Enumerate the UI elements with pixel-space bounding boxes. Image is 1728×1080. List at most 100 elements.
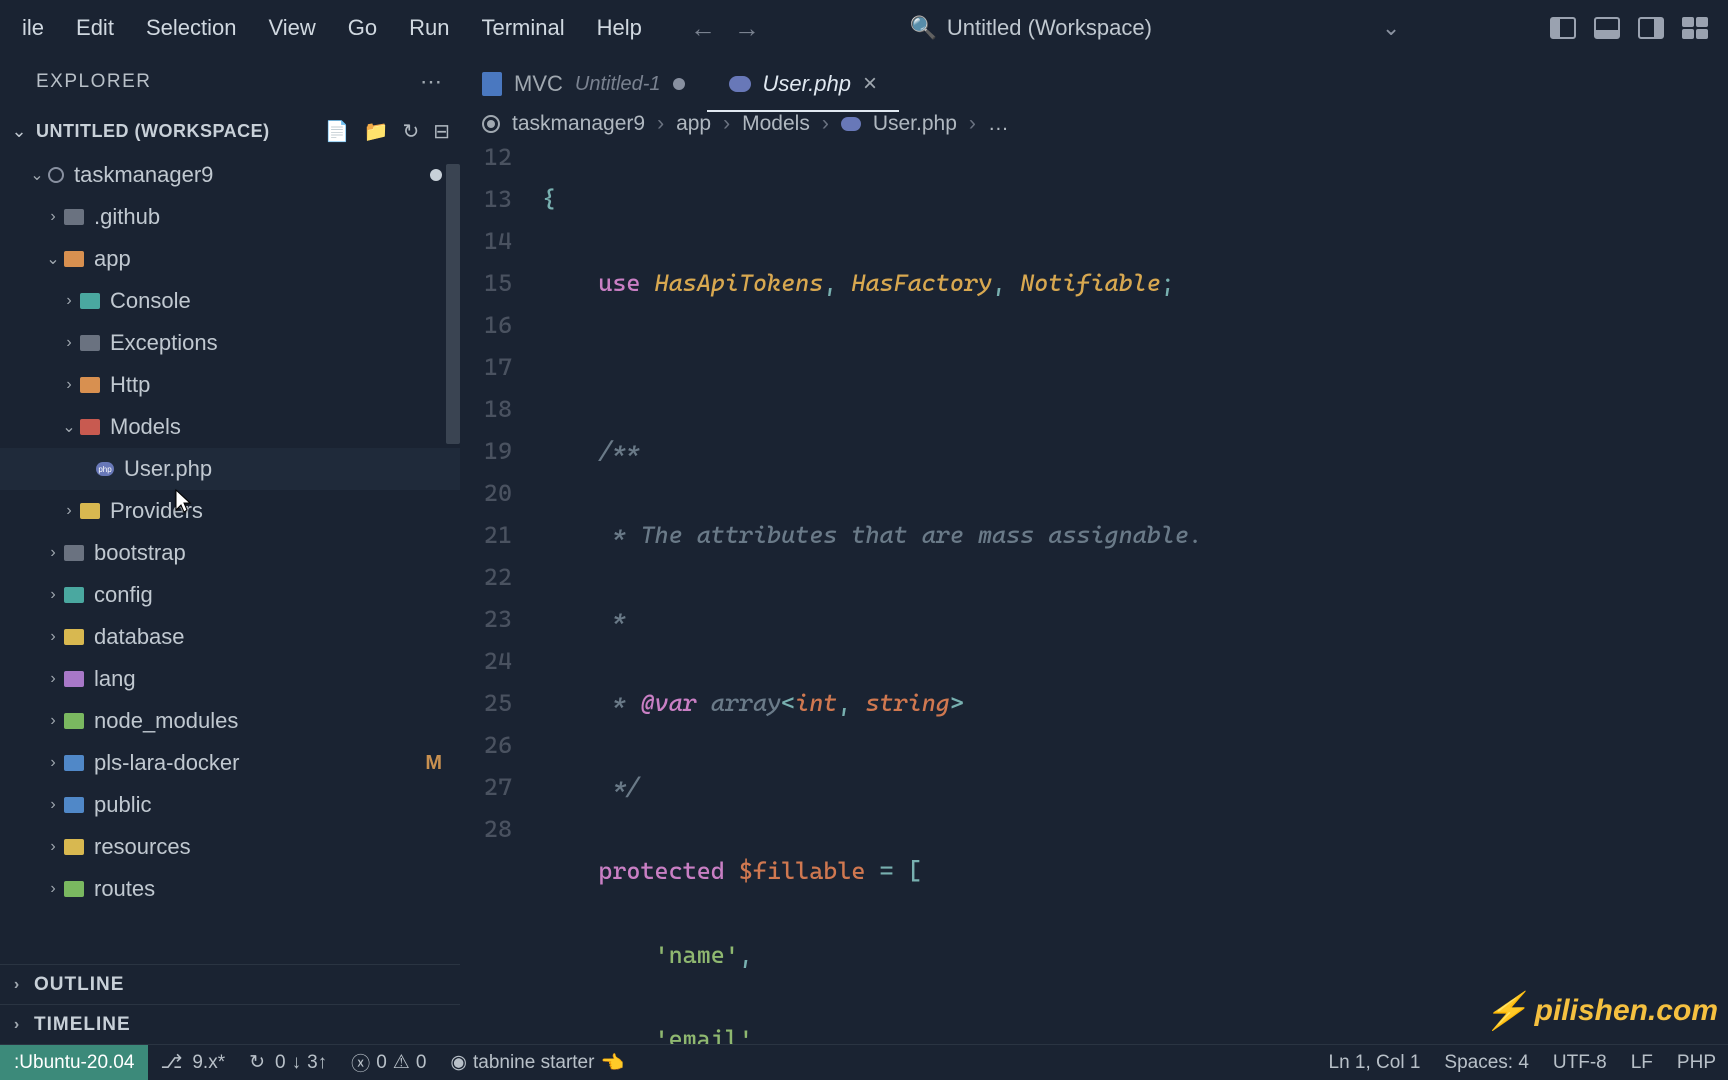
workspace-title: Untitled (Workspace) <box>947 15 1152 41</box>
menu-edit[interactable]: Edit <box>62 9 128 47</box>
bc-root[interactable]: taskmanager9 <box>512 112 645 136</box>
menu-help[interactable]: Help <box>583 9 656 47</box>
chevron-down-icon: ⌄ <box>10 121 28 142</box>
customize-layout-icon[interactable] <box>1682 17 1708 39</box>
folder-icon <box>80 503 100 519</box>
close-icon[interactable]: × <box>863 70 877 98</box>
new-folder-icon[interactable]: 📁 <box>364 119 389 144</box>
repo-icon <box>482 115 500 133</box>
tree-item[interactable]: phpUser.php <box>0 448 460 490</box>
line-number: 17 <box>460 346 512 388</box>
tree-item[interactable]: ›.github <box>0 196 460 238</box>
tree-root[interactable]: ⌄ taskmanager9 <box>0 154 460 196</box>
tab-user-php[interactable]: User.php × <box>707 56 899 112</box>
tree-item[interactable]: ›bootstrap <box>0 532 460 574</box>
menu-selection[interactable]: Selection <box>132 9 251 47</box>
tabnine-status[interactable]: ◉ tabnine starter 👈 <box>438 1051 636 1075</box>
tree-item[interactable]: ›config <box>0 574 460 616</box>
toggle-panel-icon[interactable] <box>1594 17 1620 39</box>
scrollbar-thumb[interactable] <box>446 164 460 444</box>
toggle-sidebar-icon[interactable] <box>1550 17 1576 39</box>
nav-back-icon[interactable]: ← <box>690 13 716 44</box>
line-number: 13 <box>460 178 512 220</box>
language-mode[interactable]: PHP <box>1665 1052 1728 1074</box>
command-center[interactable]: 🔍 Untitled (Workspace) ⌄ <box>764 15 1546 41</box>
chevron-right-icon: › <box>58 292 80 310</box>
eol[interactable]: LF <box>1619 1052 1665 1074</box>
indent[interactable]: Spaces: 4 <box>1432 1052 1541 1074</box>
tree-item[interactable]: ›lang <box>0 658 460 700</box>
tree-item[interactable]: ⌄app <box>0 238 460 280</box>
menu-view[interactable]: View <box>254 9 329 47</box>
line-number: 21 <box>460 514 512 556</box>
tree-label: node_modules <box>94 708 238 734</box>
tree-label: resources <box>94 834 191 860</box>
tab-mvc[interactable]: MVC Untitled-1 <box>460 56 707 112</box>
editor-area: MVC Untitled-1 User.php × taskmanager9 ›… <box>460 56 1728 1044</box>
new-file-icon[interactable]: 📄 <box>325 119 350 144</box>
tree-label: taskmanager9 <box>74 162 213 188</box>
toggle-secondary-icon[interactable] <box>1638 17 1664 39</box>
tree-item[interactable]: ›pls-lara-dockerM <box>0 742 460 784</box>
encoding[interactable]: UTF-8 <box>1541 1052 1619 1074</box>
bc-more[interactable]: … <box>988 112 1009 136</box>
tree-item[interactable]: ›database <box>0 616 460 658</box>
remote-name: Ubuntu-20.04 <box>19 1052 134 1074</box>
chevron-right-icon: › <box>58 334 80 352</box>
collapse-icon[interactable]: ⊟ <box>433 119 450 144</box>
repo-icon <box>48 167 64 183</box>
line-number: 15 <box>460 262 512 304</box>
tree-item[interactable]: ›node_modules <box>0 700 460 742</box>
php-icon: php <box>96 462 114 476</box>
line-number: 16 <box>460 304 512 346</box>
tree-label: Exceptions <box>110 330 218 356</box>
tree-item[interactable]: ›routes <box>0 868 460 910</box>
folder-icon <box>80 293 100 309</box>
folder-icon <box>64 629 84 645</box>
breadcrumb[interactable]: taskmanager9 › app › Models › User.php ›… <box>460 112 1728 136</box>
line-number: 24 <box>460 640 512 682</box>
tree-label: Providers <box>110 498 203 524</box>
bc-models[interactable]: Models <box>742 112 810 136</box>
folder-icon <box>64 713 84 729</box>
code-content[interactable]: { use HasApiTokens, HasFactory, Notifiab… <box>534 136 1728 1044</box>
timeline-section[interactable]: › TIMELINE <box>0 1004 460 1044</box>
folder-icon <box>64 755 84 771</box>
chevron-down-icon[interactable]: ⌄ <box>1382 15 1400 41</box>
chevron-right-icon: › <box>723 112 730 136</box>
tree-item[interactable]: ⌄Models <box>0 406 460 448</box>
cursor-position[interactable]: Ln 1, Col 1 <box>1317 1052 1433 1074</box>
line-number: 27 <box>460 766 512 808</box>
bc-app[interactable]: app <box>676 112 711 136</box>
bc-file[interactable]: User.php <box>873 112 957 136</box>
tree-item[interactable]: ›resources <box>0 826 460 868</box>
outline-section[interactable]: › OUTLINE <box>0 964 460 1004</box>
menu-run[interactable]: Run <box>395 9 463 47</box>
remote-indicator[interactable]: : Ubuntu-20.04 <box>0 1045 148 1080</box>
tree-item[interactable]: › Exceptions <box>0 322 460 364</box>
nav-forward-icon[interactable]: → <box>734 13 760 44</box>
menu-file[interactable]: ile <box>8 9 58 47</box>
watermark: ⚡ pilishen.com <box>1484 990 1718 1032</box>
line-number: 25 <box>460 682 512 724</box>
workspace-header[interactable]: ⌄ UNTITLED (WORKSPACE) 📄 📁 ↻ ⊟ <box>0 108 460 154</box>
tree-item[interactable]: ›public <box>0 784 460 826</box>
menu-go[interactable]: Go <box>334 9 391 47</box>
folder-icon <box>80 419 100 435</box>
folder-icon <box>80 335 100 351</box>
tree-item[interactable]: ›Console <box>0 280 460 322</box>
git-branch[interactable]: 9.x* <box>148 1051 237 1074</box>
refresh-icon[interactable]: ↻ <box>402 119 419 144</box>
git-sync[interactable]: 0↓ 3↑ <box>237 1051 339 1074</box>
tree-item[interactable]: ›Providers <box>0 490 460 532</box>
chevron-right-icon: › <box>42 208 64 226</box>
tree-label: app <box>94 246 131 272</box>
tree-label: bootstrap <box>94 540 186 566</box>
tree-label: Models <box>110 414 181 440</box>
tree-label: routes <box>94 876 155 902</box>
menu-terminal[interactable]: Terminal <box>467 9 578 47</box>
tree-item[interactable]: ›Http <box>0 364 460 406</box>
code-editor[interactable]: 1213141516171819202122232425262728 { use… <box>460 136 1728 1044</box>
problems[interactable]: ⓧ 0 ⚠ 0 <box>339 1049 438 1076</box>
explorer-more-icon[interactable]: ⋯ <box>420 69 444 95</box>
